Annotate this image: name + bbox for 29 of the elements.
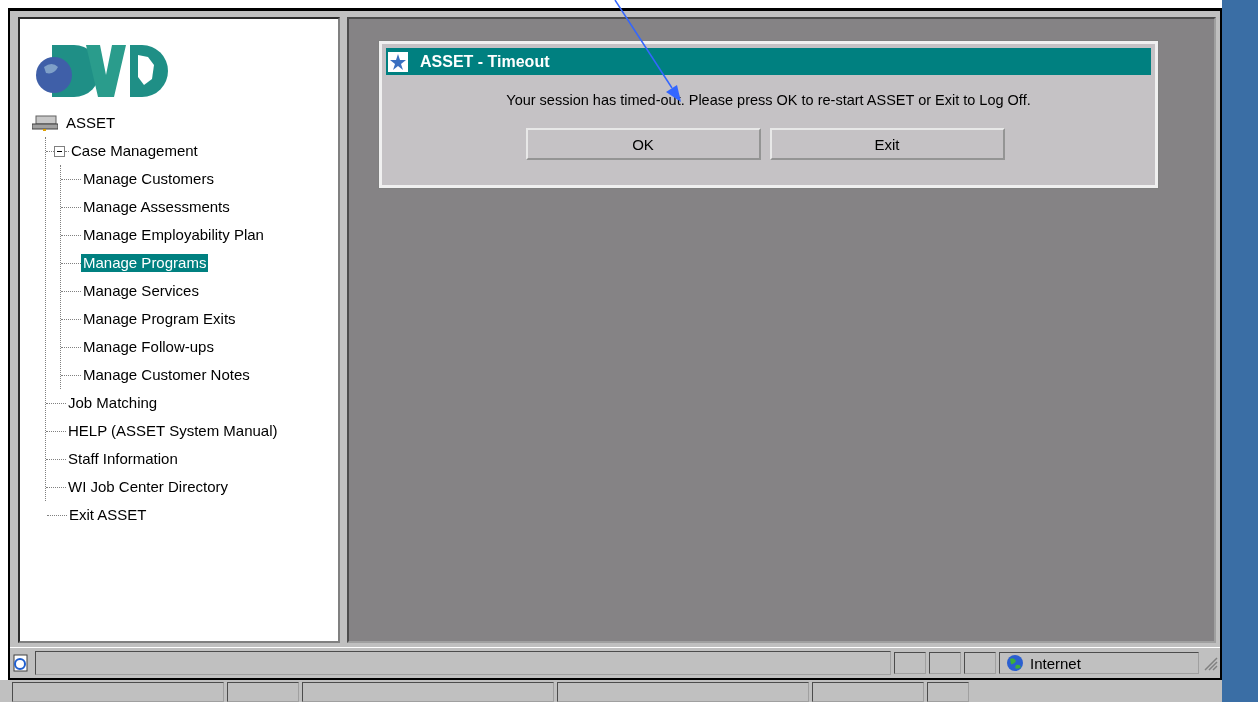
tree-item[interactable]: WI Job Center Directory bbox=[66, 478, 231, 496]
tree-item[interactable]: Manage Customers bbox=[81, 170, 216, 188]
exit-button[interactable]: Exit bbox=[769, 128, 1005, 160]
tree-item[interactable]: Manage Assessments bbox=[81, 198, 232, 216]
status-pane bbox=[929, 652, 961, 674]
tree-item[interactable]: Manage Customer Notes bbox=[81, 366, 252, 384]
tree-item[interactable]: Staff Information bbox=[66, 450, 180, 468]
tree-item[interactable]: Manage Program Exits bbox=[81, 310, 238, 328]
tree-item[interactable]: HELP (ASSET System Manual) bbox=[66, 422, 280, 440]
dialog-message: Your session has timed-out. Please press OK to re-start ASSET or Exit to Log Off. bbox=[505, 92, 1032, 108]
status-pane bbox=[894, 652, 926, 674]
collapse-icon[interactable] bbox=[54, 145, 65, 157]
tree-item[interactable]: Manage Services bbox=[81, 282, 201, 300]
tree-item[interactable]: Exit ASSET bbox=[67, 506, 149, 524]
ok-button[interactable]: OK bbox=[525, 128, 761, 160]
computer-icon bbox=[32, 115, 58, 131]
tree-item[interactable]: ASSET bbox=[64, 114, 118, 132]
tree-item[interactable]: Manage Employability Plan bbox=[81, 226, 266, 244]
tree-item[interactable]: Case Management bbox=[69, 142, 200, 160]
tree-item[interactable]: Job Matching bbox=[66, 394, 160, 412]
tree-item[interactable]: Manage Programs bbox=[81, 254, 209, 272]
tree-item[interactable]: Manage Follow-ups bbox=[81, 338, 216, 356]
star-icon bbox=[388, 51, 408, 72]
globe-icon bbox=[1006, 654, 1024, 672]
dialog-title: ASSET - Timeout bbox=[420, 52, 550, 71]
page-icon bbox=[12, 654, 30, 672]
zone-label: Internet bbox=[1030, 654, 1081, 672]
resize-grip-icon bbox=[1202, 655, 1218, 671]
status-pane bbox=[964, 652, 996, 674]
